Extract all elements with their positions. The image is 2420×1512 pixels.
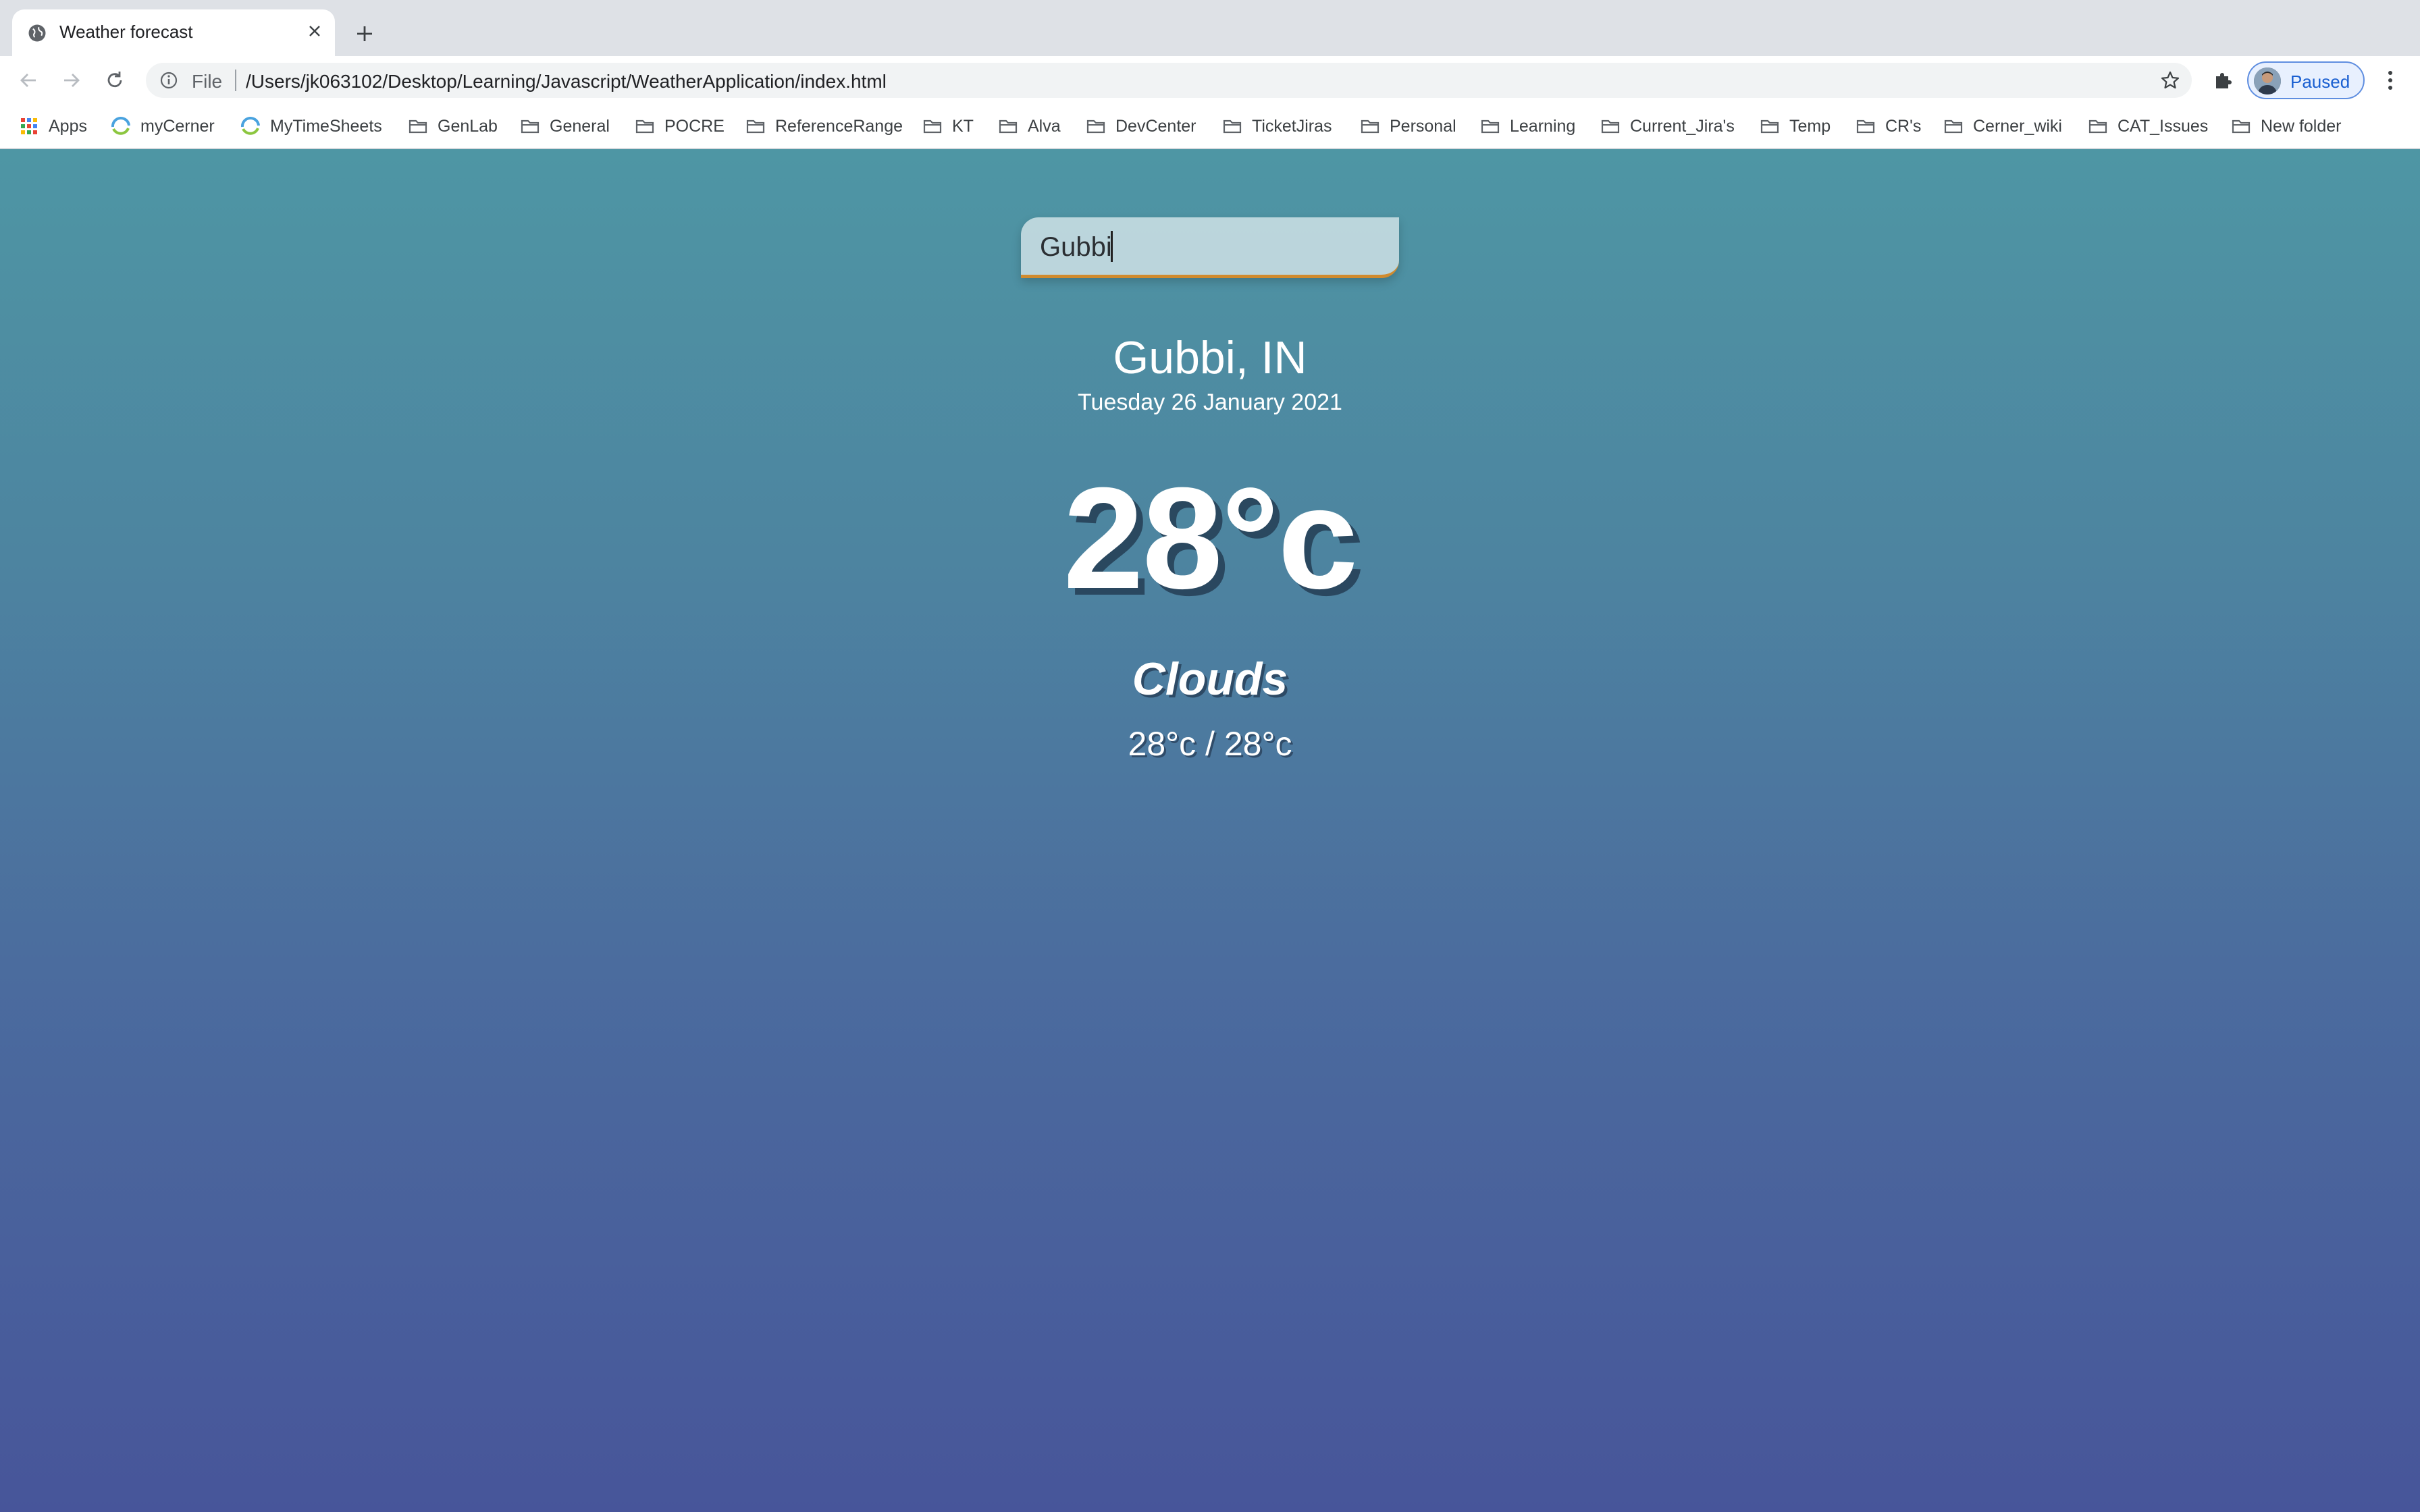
location-date: Tuesday 26 January 2021 (1078, 389, 1342, 415)
back-button[interactable] (14, 65, 43, 95)
bookmark-label: GenLab (438, 116, 498, 136)
bookmark-folder-pocre[interactable]: POCRE (635, 114, 725, 138)
bookmark-label: myCerner (140, 116, 215, 136)
folder-icon (2232, 119, 2251, 134)
high-low-temperature: 28°c / 28°c (1128, 725, 1292, 763)
bookmark-label: Apps (49, 116, 87, 136)
kebab-menu-icon (2388, 71, 2392, 90)
folder-icon (1760, 119, 1779, 134)
extensions-button[interactable] (2208, 65, 2238, 95)
profile-button[interactable]: Paused (2247, 61, 2365, 99)
folder-icon (409, 119, 427, 134)
bookmark-folder-ticketjiras[interactable]: TicketJiras (1222, 114, 1332, 138)
bookmark-label: Current_Jira's (1630, 116, 1735, 136)
bookmark-label: ReferenceRange (775, 116, 903, 136)
tab-strip: Weather forecast (0, 0, 2420, 56)
star-icon (2161, 71, 2180, 89)
puzzle-icon (2216, 73, 2232, 88)
folder-icon (1481, 119, 1500, 134)
bookmark-star-button[interactable] (2158, 68, 2182, 92)
folder-icon (521, 119, 540, 134)
folder-icon (1944, 119, 1963, 134)
tab-weather-forecast[interactable]: Weather forecast (12, 9, 335, 56)
weather-condition: Clouds (1132, 653, 1288, 705)
reload-icon (107, 72, 122, 88)
site-icon (111, 117, 130, 135)
folder-icon (1223, 119, 1242, 134)
person-icon (2254, 68, 2281, 94)
folder-icon (1086, 119, 1105, 134)
bookmark-folder-personal[interactable]: Personal (1360, 114, 1456, 138)
search-box[interactable] (1021, 217, 1399, 278)
bookmark-label: Cerner_wiki (1973, 116, 2062, 136)
bookmark-folder-learning[interactable]: Learning (1480, 114, 1575, 138)
bookmark-folder-cat-issues[interactable]: CAT_Issues (2088, 114, 2208, 138)
info-icon[interactable] (159, 71, 178, 90)
bookmark-folder-cerner-wiki[interactable]: Cerner_wiki (1943, 114, 2062, 138)
plus-icon (357, 26, 372, 41)
bookmark-label: KT (952, 116, 974, 136)
bookmark-apps[interactable]: Apps (19, 114, 87, 138)
close-tab-button[interactable] (302, 19, 327, 43)
folder-icon (2088, 119, 2107, 134)
folder-icon (923, 119, 942, 134)
bookmark-mycerner[interactable]: myCerner (111, 114, 215, 138)
profile-status-label: Paused (2290, 72, 2350, 92)
bookmarks-bar: Apps myCerner MyTimeSheets GenLab Genera… (0, 105, 2420, 149)
bookmark-folder-temp[interactable]: Temp (1760, 114, 1831, 138)
url-text[interactable]: /Users/jk063102/Desktop/Learning/Javascr… (246, 71, 887, 92)
globe-icon (28, 24, 46, 42)
reload-button[interactable] (100, 65, 130, 95)
tab-title: Weather forecast (59, 22, 193, 42)
bookmark-folder-crs[interactable]: CR's (1856, 114, 1921, 138)
bookmark-folder-kt[interactable]: KT (922, 114, 974, 138)
bookmark-label: DevCenter (1115, 116, 1196, 136)
arrow-right-icon (64, 74, 80, 87)
bookmark-folder-referencerange[interactable]: ReferenceRange (745, 114, 903, 138)
folder-icon (746, 119, 765, 134)
text-cursor (1111, 231, 1113, 262)
folder-icon (1856, 119, 1875, 134)
folder-icon (999, 119, 1018, 134)
bookmark-folder-devcenter[interactable]: DevCenter (1086, 114, 1196, 138)
forward-button[interactable] (57, 65, 86, 95)
bookmark-label: MyTimeSheets (270, 116, 382, 136)
new-tab-button[interactable] (350, 19, 379, 49)
browser-menu-button[interactable] (2377, 65, 2404, 95)
url-scheme-label: File (192, 71, 223, 92)
bookmark-folder-alva[interactable]: Alva (998, 114, 1061, 138)
address-divider (235, 70, 236, 91)
bookmark-label: Learning (1510, 116, 1576, 136)
arrow-left-icon (20, 74, 36, 87)
bookmark-label: Personal (1390, 116, 1456, 136)
site-icon (240, 117, 260, 135)
browser-toolbar: File /Users/jk063102/Desktop/Learning/Ja… (0, 56, 2420, 105)
bookmark-label: CR's (1885, 116, 1922, 136)
bookmark-label: New folder (2261, 116, 2342, 136)
current-temperature: 28°c (1063, 458, 1359, 619)
bookmark-label: TicketJiras (1252, 116, 1332, 136)
city-search-input[interactable] (1040, 230, 1377, 265)
bookmark-label: CAT_Issues (2118, 116, 2209, 136)
weather-app: Gubbi, IN Tuesday 26 January 2021 28°c C… (0, 149, 2420, 1512)
avatar (2254, 68, 2281, 94)
location-city: Gubbi, IN (1113, 332, 1307, 383)
bookmark-label: Temp (1789, 116, 1831, 136)
folder-icon (1601, 119, 1620, 134)
bookmark-folder-current-jiras[interactable]: Current_Jira's (1600, 114, 1735, 138)
folder-icon (635, 119, 654, 134)
bookmark-label: General (550, 116, 610, 136)
bookmark-label: POCRE (664, 116, 725, 136)
apps-grid-icon (21, 118, 37, 134)
bookmark-folder-genlab[interactable]: GenLab (408, 114, 498, 138)
bookmark-label: Alva (1028, 116, 1061, 136)
bookmark-mytimesheets[interactable]: MyTimeSheets (240, 114, 382, 138)
bookmark-folder-new-folder[interactable]: New folder (2231, 114, 2342, 138)
folder-icon (1361, 119, 1379, 134)
address-bar[interactable]: File /Users/jk063102/Desktop/Learning/Ja… (146, 63, 2192, 98)
bookmark-folder-general[interactable]: General (520, 114, 610, 138)
close-icon (309, 26, 320, 36)
